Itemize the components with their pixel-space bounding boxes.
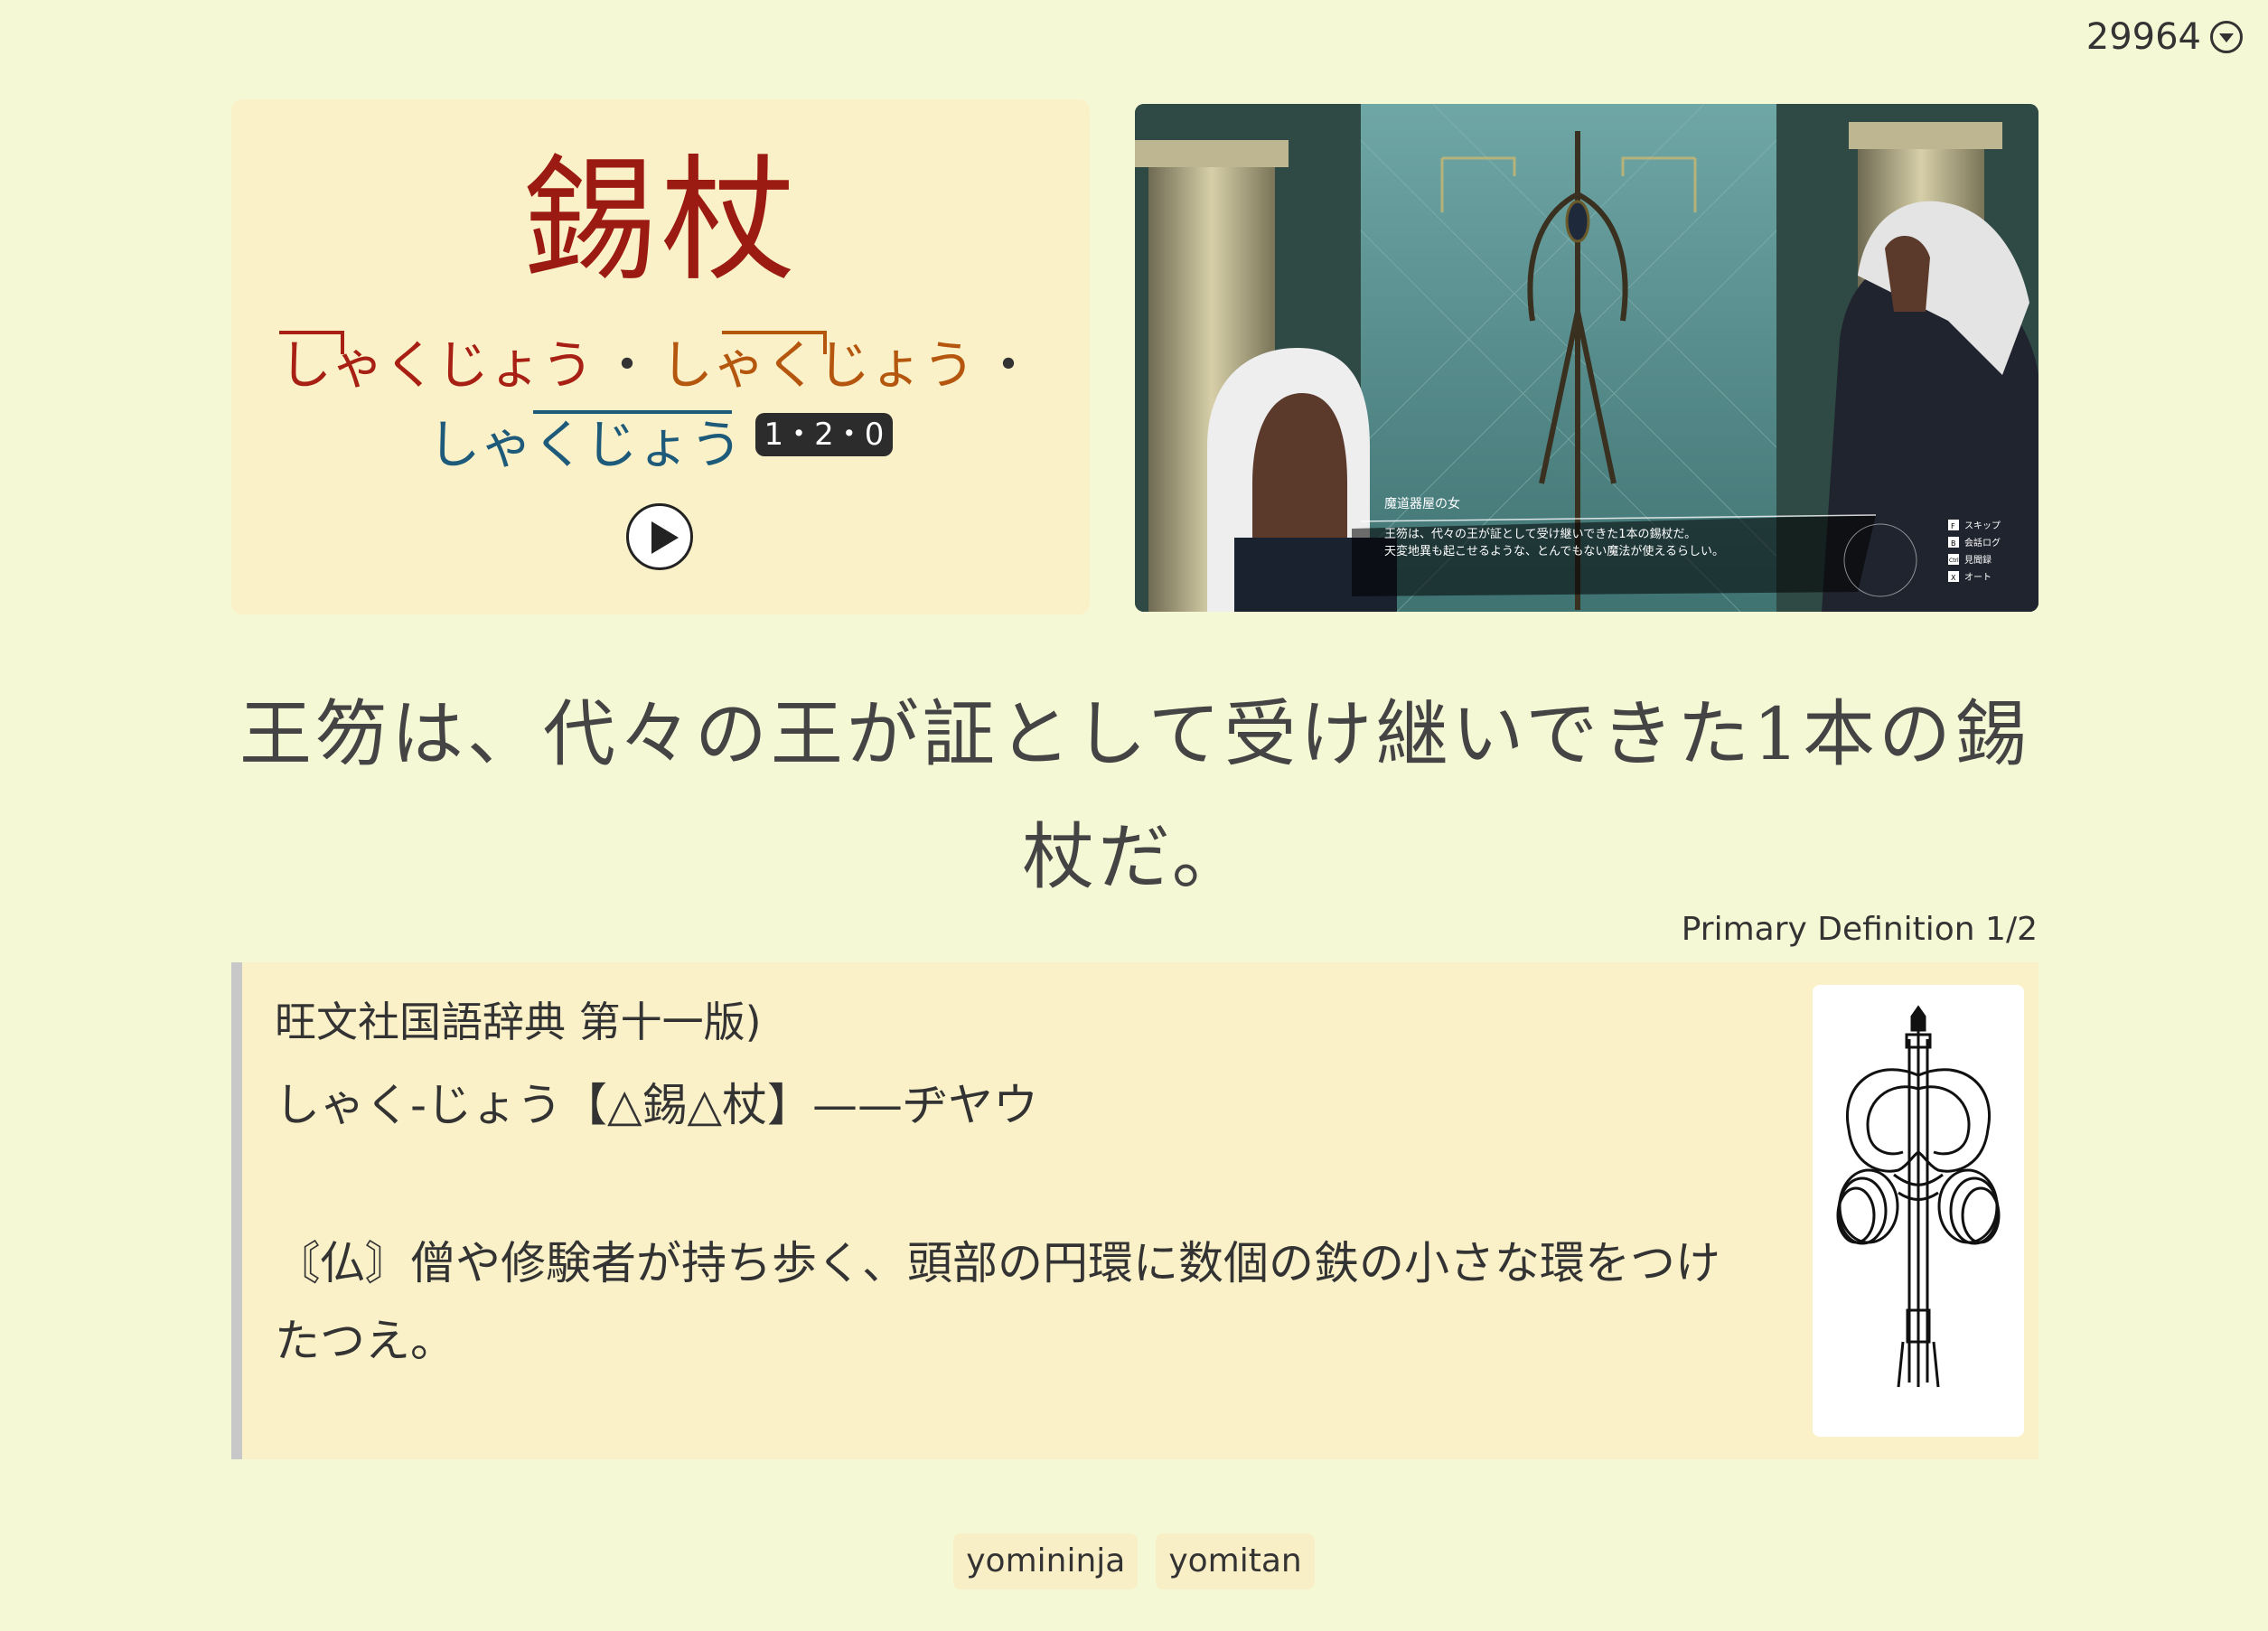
game-dialogue-line-1: 王笏は、代々の王が証として受け継いできた1本の錫杖だ。 bbox=[1384, 527, 1696, 541]
definition-label: Primary Definition 1/2 bbox=[1681, 911, 2038, 948]
definition-illustration bbox=[1813, 985, 2024, 1437]
reading-heiban-1: しゃくじょう bbox=[278, 325, 594, 405]
game-control-label: スキップ bbox=[1964, 520, 2001, 531]
play-audio-button[interactable] bbox=[626, 503, 693, 570]
game-control-label: 見聞録 bbox=[1964, 554, 1992, 566]
pitch-line bbox=[722, 331, 827, 334]
game-control-key: B bbox=[1951, 539, 1956, 548]
readings-line-2: しゃくじょう 1・2・0 bbox=[231, 405, 1090, 484]
readings: しゃくじょう ・ しゃくじょう ・ しゃくじょう 1・2・0 bbox=[231, 325, 1090, 484]
pitch-drop bbox=[823, 331, 827, 354]
pitch-drop bbox=[340, 331, 344, 354]
reading-nakadaka-2: しゃくじょう bbox=[661, 325, 975, 405]
game-control-key: Ctrl bbox=[1949, 558, 1959, 564]
definition-body: 〘仏〙僧や修験者が持ち歩く、頭部の円環に数個の鉄の小さな環をつけたつえ。 bbox=[275, 1237, 1720, 1367]
reading-text: しゃくじょう bbox=[661, 334, 976, 396]
game-control-key: F bbox=[1951, 522, 1955, 530]
reading-text: しゃくじょう bbox=[427, 414, 743, 475]
pitch-badge: 1・2・0 bbox=[754, 413, 894, 456]
chevron-down-circle-icon[interactable] bbox=[2210, 21, 2243, 53]
game-control-key: X bbox=[1951, 574, 1956, 582]
reading-text: しゃくじょう bbox=[278, 334, 594, 396]
game-screenshot: 魔道器屋の女 王笏は、代々の王が証として受け継いできた1本の錫杖だ。 天変地異も… bbox=[1135, 104, 2038, 612]
game-dialogue-line-2: 天変地異も起こせるような、とんでもない魔法が使えるらしい。 bbox=[1384, 544, 1724, 558]
separator: ・ bbox=[982, 334, 1036, 396]
card-counter[interactable]: 29964 bbox=[2086, 16, 2243, 58]
game-scene-image: 魔道器屋の女 王笏は、代々の王が証として受け継いできた1本の錫杖だ。 天変地異も… bbox=[1135, 104, 2038, 612]
dictionary-source: 旺文社国語辞典 第十一版) bbox=[275, 998, 762, 1046]
pitch-line bbox=[278, 331, 341, 334]
card-count: 29964 bbox=[2085, 16, 2201, 58]
readings-line-1: しゃくじょう ・ しゃくじょう ・ bbox=[231, 325, 1090, 405]
example-sentence: 王笏は、代々の王が証として受け継いできた1本の錫杖だ。 bbox=[239, 692, 2031, 899]
tag-list: yomininja yomitan bbox=[0, 1533, 2268, 1589]
game-control-label: 会話ログ bbox=[1964, 537, 2001, 548]
tag-yomininja[interactable]: yomininja bbox=[953, 1533, 1139, 1589]
separator: ・ bbox=[600, 334, 653, 396]
reading-heiban-0: しゃくじょう bbox=[428, 405, 743, 484]
word-card: 錫杖 しゃくじょう ・ しゃくじょう ・ しゃくじょう 1・2・0 bbox=[231, 99, 1090, 614]
shakujo-illustration bbox=[1836, 1005, 2001, 1388]
word-kanji: 錫杖 bbox=[520, 143, 800, 300]
tag-yomitan[interactable]: yomitan bbox=[1156, 1533, 1315, 1589]
definition-heading: しゃく-じょう【△錫△杖】——ヂヤウ bbox=[275, 1079, 1038, 1131]
pitch-line bbox=[532, 410, 732, 414]
game-speaker-name: 魔道器屋の女 bbox=[1384, 496, 1460, 511]
game-control-label: オート bbox=[1964, 572, 1992, 583]
definition-box: 旺文社国語辞典 第十一版) しゃく-じょう【△錫△杖】——ヂヤウ 〘仏〙僧や修験… bbox=[231, 962, 2038, 1459]
